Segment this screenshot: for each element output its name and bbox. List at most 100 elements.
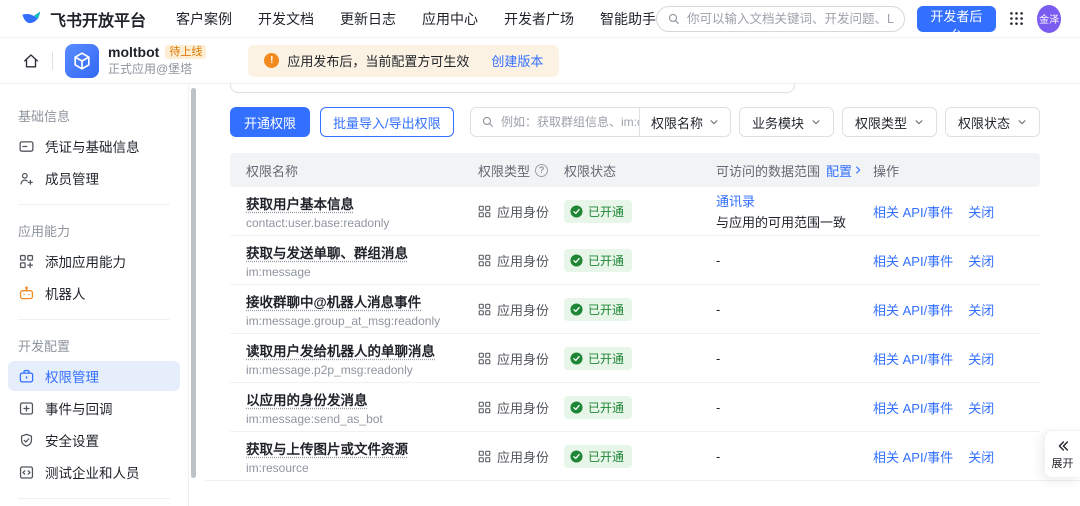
divider bbox=[205, 480, 1080, 481]
permission-name[interactable]: 接收群聊中@机器人消息事件 bbox=[246, 291, 421, 311]
open-permission-button[interactable]: 开通权限 bbox=[230, 107, 310, 137]
expand-panel-button[interactable]: 展开 bbox=[1044, 430, 1080, 478]
permission-code: contact:user.base:readonly bbox=[246, 216, 478, 230]
permission-code: im:message.p2p_msg:readonly bbox=[246, 363, 478, 377]
row-operations: 相关 API/事件 关闭 bbox=[873, 202, 1024, 221]
double-chevron-left-icon bbox=[1055, 438, 1071, 454]
avatar[interactable]: 金泽 bbox=[1037, 5, 1061, 33]
app-identity-icon bbox=[478, 254, 491, 267]
sidebar-item-events[interactable]: 事件与回调 bbox=[8, 393, 180, 423]
scope-config-link[interactable]: 配置 bbox=[826, 161, 863, 180]
nav-link-cases[interactable]: 客户案例 bbox=[176, 9, 232, 29]
briefcase-icon bbox=[18, 368, 35, 385]
help-circle-icon[interactable]: ? bbox=[535, 164, 548, 177]
permission-table-body: 获取用户基本信息 contact:user.base:readonly 应用身份… bbox=[230, 187, 1040, 481]
apps-grid-icon[interactable] bbox=[1008, 10, 1025, 27]
table-row: 读取用户发给机器人的单聊消息 im:message.p2p_msg:readon… bbox=[230, 334, 1040, 383]
banner-text: 应用发布后，当前配置方可生效 bbox=[287, 51, 469, 70]
app-identity-icon bbox=[478, 205, 491, 218]
credential-icon bbox=[18, 138, 35, 155]
scrollbar[interactable] bbox=[191, 88, 196, 478]
sidebar-item-members[interactable]: 成员管理 bbox=[8, 163, 180, 193]
scope-link[interactable]: 通讯录 bbox=[716, 191, 755, 210]
check-circle-icon bbox=[570, 254, 583, 267]
related-api-link[interactable]: 相关 API/事件 bbox=[873, 398, 953, 417]
status-badge: 已开通 bbox=[564, 200, 632, 223]
global-search[interactable] bbox=[656, 6, 905, 32]
related-api-link[interactable]: 相关 API/事件 bbox=[873, 300, 953, 319]
filter-permission-type[interactable]: 权限类型 bbox=[842, 107, 937, 137]
app-identity-icon bbox=[478, 401, 491, 414]
related-api-link[interactable]: 相关 API/事件 bbox=[873, 447, 953, 466]
close-permission-link[interactable]: 关闭 bbox=[968, 251, 994, 270]
sidebar-item-add-capability[interactable]: 添加应用能力 bbox=[8, 246, 180, 276]
related-api-link[interactable]: 相关 API/事件 bbox=[873, 202, 953, 221]
header-status: 权限状态 bbox=[564, 161, 716, 180]
table-row: 获取用户基本信息 contact:user.base:readonly 应用身份… bbox=[230, 187, 1040, 236]
create-version-link[interactable]: 创建版本 bbox=[491, 51, 543, 70]
close-permission-link[interactable]: 关闭 bbox=[968, 398, 994, 417]
global-search-input[interactable] bbox=[687, 12, 894, 26]
permission-name[interactable]: 获取与发送单聊、群组消息 bbox=[246, 242, 408, 262]
permission-name[interactable]: 以应用的身份发消息 bbox=[246, 389, 368, 409]
permission-code: im:message.group_at_msg:readonly bbox=[246, 314, 478, 328]
home-icon[interactable] bbox=[22, 52, 40, 70]
status-badge: 已开通 bbox=[564, 249, 632, 272]
divider bbox=[18, 204, 170, 205]
nav-link-assistant[interactable]: 智能助手 bbox=[600, 9, 656, 29]
close-permission-link[interactable]: 关闭 bbox=[968, 349, 994, 368]
close-permission-link[interactable]: 关闭 bbox=[968, 447, 994, 466]
permission-type-cell: 应用身份 bbox=[478, 447, 564, 466]
divider bbox=[18, 498, 170, 499]
chevron-down-icon bbox=[811, 117, 821, 127]
sidebar-item-bot[interactable]: 机器人 bbox=[8, 278, 180, 308]
filter-permission-status[interactable]: 权限状态 bbox=[945, 107, 1040, 137]
search-icon bbox=[481, 115, 495, 129]
member-add-icon bbox=[18, 170, 35, 187]
nav-link-dev-plaza[interactable]: 开发者广场 bbox=[504, 9, 574, 29]
status-badge: 已开通 bbox=[564, 445, 632, 468]
main-content: 开通权限 批量导入/导出权限 权限名称 业务模块 权限类型 bbox=[189, 84, 1080, 506]
check-circle-icon bbox=[570, 352, 583, 365]
app-icon bbox=[65, 44, 99, 78]
chevron-right-icon bbox=[853, 165, 863, 175]
robot-icon bbox=[18, 285, 35, 302]
permission-name[interactable]: 获取与上传图片或文件资源 bbox=[246, 438, 408, 458]
table-row: 以应用的身份发消息 im:message:send_as_bot 应用身份 已开… bbox=[230, 383, 1040, 432]
sidebar-item-security[interactable]: 安全设置 bbox=[8, 425, 180, 455]
sidebar-item-permissions[interactable]: 权限管理 bbox=[8, 361, 180, 391]
related-api-link[interactable]: 相关 API/事件 bbox=[873, 349, 953, 368]
related-api-link[interactable]: 相关 API/事件 bbox=[873, 251, 953, 270]
check-circle-icon bbox=[570, 401, 583, 414]
close-permission-link[interactable]: 关闭 bbox=[968, 202, 994, 221]
row-operations: 相关 API/事件 关闭 bbox=[873, 251, 1024, 270]
row-operations: 相关 API/事件 关闭 bbox=[873, 398, 1024, 417]
search-icon bbox=[667, 12, 681, 26]
permission-code: im:message bbox=[246, 265, 478, 279]
header-scope: 可访问的数据范围 配置 bbox=[716, 161, 873, 180]
search-field-selector[interactable]: 权限名称 bbox=[640, 113, 730, 132]
nav-link-app-center[interactable]: 应用中心 bbox=[422, 9, 478, 29]
nav-link-docs[interactable]: 开发文档 bbox=[258, 9, 314, 29]
status-badge: 已开通 bbox=[564, 298, 632, 321]
app-name: moltbot bbox=[108, 44, 159, 60]
permission-search-input[interactable] bbox=[501, 115, 639, 129]
permission-name[interactable]: 读取用户发给机器人的单聊消息 bbox=[246, 340, 435, 360]
permission-code: im:resource bbox=[246, 461, 478, 475]
top-navbar: 飞书开放平台 客户案例 开发文档 更新日志 应用中心 开发者广场 智能助手 开发… bbox=[0, 0, 1080, 38]
sidebar-item-test-users[interactable]: 测试企业和人员 bbox=[8, 457, 180, 487]
brand[interactable]: 飞书开放平台 bbox=[20, 7, 146, 31]
nav-link-changelog[interactable]: 更新日志 bbox=[340, 9, 396, 29]
sidebar-item-credentials[interactable]: 凭证与基础信息 bbox=[8, 131, 180, 161]
filter-business-module[interactable]: 业务模块 bbox=[739, 107, 834, 137]
permission-name[interactable]: 获取用户基本信息 bbox=[246, 193, 354, 213]
check-circle-icon bbox=[570, 303, 583, 316]
warning-icon: ! bbox=[264, 53, 279, 68]
app-subtitle: 正式应用@堡塔 bbox=[108, 63, 206, 77]
dev-console-button[interactable]: 开发者后台 bbox=[917, 6, 997, 32]
batch-import-export-button[interactable]: 批量导入/导出权限 bbox=[320, 107, 454, 137]
close-permission-link[interactable]: 关闭 bbox=[968, 300, 994, 319]
permission-type-cell: 应用身份 bbox=[478, 300, 564, 319]
feishu-logo-icon bbox=[20, 7, 43, 30]
publish-warning-banner: ! 应用发布后，当前配置方可生效 创建版本 bbox=[248, 45, 559, 77]
